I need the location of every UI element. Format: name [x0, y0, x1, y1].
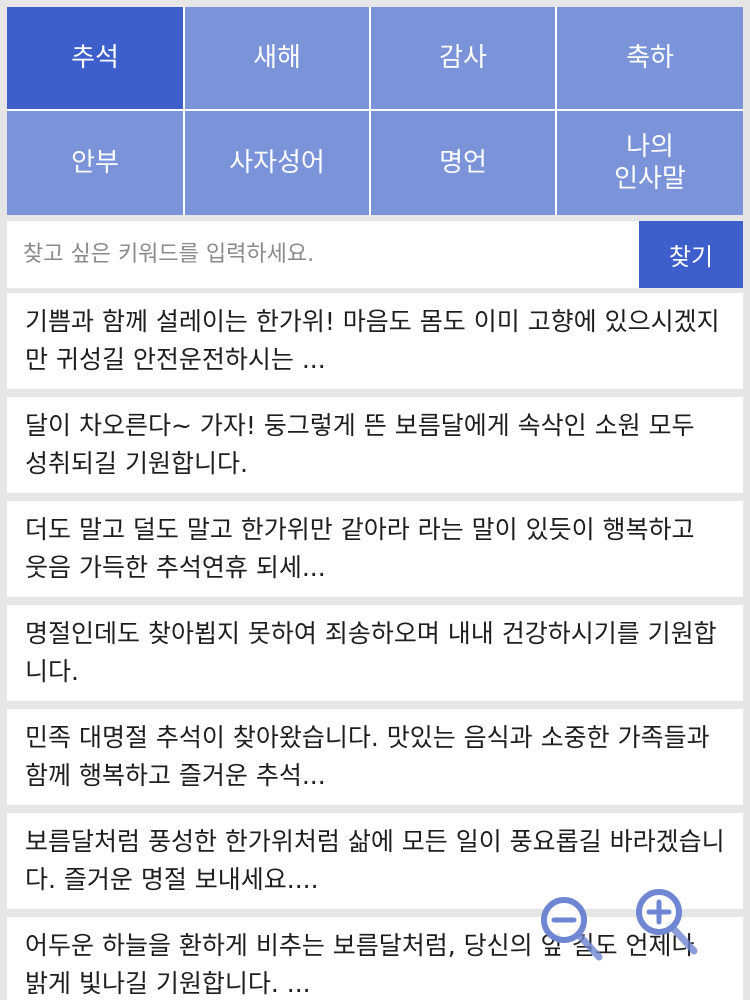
- message-item[interactable]: 민족 대명절 추석이 찾아왔습니다. 맛있는 음식과 소중한 가족들과 함께 행…: [7, 709, 743, 805]
- message-item[interactable]: 더도 말고 덜도 말고 한가위만 같아라 라는 말이 있듯이 행복하고 웃음 가…: [7, 501, 743, 597]
- zoom-out-icon: [541, 897, 603, 961]
- search-button[interactable]: 찾기: [639, 221, 743, 288]
- category-tab-chuseok[interactable]: 추석: [7, 7, 185, 111]
- category-tab-idioms[interactable]: 사자성어: [185, 111, 371, 215]
- zoom-in-button[interactable]: [630, 885, 700, 955]
- message-item[interactable]: 기쁨과 함께 설레이는 한가위! 마음도 몸도 이미 고향에 있으시겠지만 귀성…: [7, 293, 743, 389]
- search-bar: 찾기: [7, 221, 743, 288]
- zoom-in-icon: [636, 889, 698, 955]
- zoom-out-button[interactable]: [537, 893, 607, 963]
- message-item[interactable]: 달이 차오른다~ 가자! 둥그렇게 뜬 보름달에게 속삭인 소원 모두 성취되길…: [7, 397, 743, 493]
- app-root: 추석 새해 감사 축하 안부 사자성어 명언 나의 인사말 찾기 기쁨과 함께 …: [0, 0, 750, 1000]
- category-tab-my-greetings[interactable]: 나의 인사말: [557, 111, 743, 215]
- category-grid: 추석 새해 감사 축하 안부 사자성어 명언 나의 인사말: [7, 7, 743, 215]
- category-tab-new-year[interactable]: 새해: [185, 7, 371, 111]
- category-tab-thanks[interactable]: 감사: [371, 7, 557, 111]
- category-tab-quotes[interactable]: 명언: [371, 111, 557, 215]
- category-tab-congrats[interactable]: 축하: [557, 7, 743, 111]
- category-tab-greetings[interactable]: 안부: [7, 111, 185, 215]
- message-item[interactable]: 명절인데도 찾아뵙지 못하여 죄송하오며 내내 건강하시기를 기원합니다.: [7, 605, 743, 701]
- search-input[interactable]: [7, 221, 639, 288]
